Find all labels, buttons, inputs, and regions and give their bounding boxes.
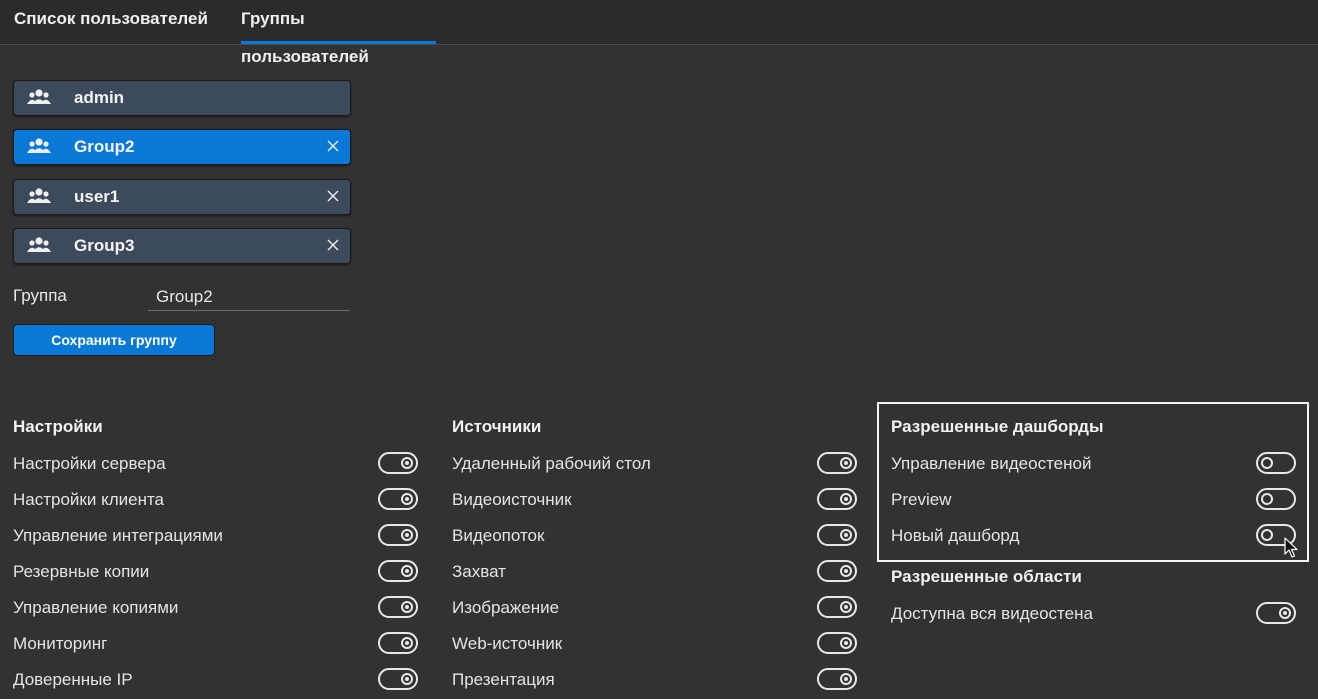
perm-label: Видеопоток — [452, 526, 545, 545]
perm-label: Настройки сервера — [13, 454, 166, 473]
sources-section-title: Источники — [452, 417, 542, 436]
toggle-knob — [1261, 457, 1273, 469]
users-icon — [27, 188, 51, 203]
perm-label: Удаленный рабочий стол — [452, 454, 651, 473]
perm-label: Web-источник — [452, 634, 563, 653]
toggle-knob — [1279, 607, 1291, 619]
tab-bar: Список пользователей Группы пользователе… — [0, 0, 1318, 66]
toggle-web-source[interactable] — [817, 632, 857, 654]
toggle-knob — [840, 637, 852, 649]
perm-label: Мониторинг — [13, 634, 108, 653]
toggle-presentation[interactable] — [817, 668, 857, 690]
toggle-knob — [840, 565, 852, 577]
group-field-label: Группа — [13, 286, 67, 305]
group-item-user1[interactable]: user1 — [13, 179, 351, 215]
group-item-group3[interactable]: Group3 — [13, 228, 351, 264]
close-icon[interactable] — [326, 189, 340, 203]
toggle-knob — [401, 457, 413, 469]
toggle-whole-videowall[interactable] — [1256, 602, 1296, 624]
perm-label: Управление копиями — [13, 598, 179, 617]
group-name: Group2 — [74, 137, 135, 156]
perm-label: Доступна вся видеостена — [891, 604, 1093, 623]
toggle-copies-management[interactable] — [378, 596, 418, 618]
perm-label: Настройки клиента — [13, 490, 165, 509]
toggle-video-source[interactable] — [817, 488, 857, 510]
toggle-image[interactable] — [817, 596, 857, 618]
toggle-knob — [401, 565, 413, 577]
group-name: Group3 — [74, 236, 135, 255]
perm-label: Новый дашборд — [891, 526, 1020, 545]
toggle-knob — [401, 637, 413, 649]
toggle-knob — [840, 601, 852, 613]
dashboards-section-title: Разрешенные дашборды — [891, 417, 1104, 436]
perm-label: Доверенные IP — [13, 670, 133, 689]
toggle-knob — [840, 529, 852, 541]
perm-label: Резервные копии — [13, 562, 150, 581]
toggle-backups[interactable] — [378, 560, 418, 582]
perm-label: Захват — [452, 562, 506, 581]
toggle-knob — [1261, 529, 1273, 541]
perm-label: Управление интеграциями — [13, 526, 223, 545]
perm-label: Презентация — [452, 670, 555, 689]
toggle-server-settings[interactable] — [378, 452, 418, 474]
toggle-knob — [840, 493, 852, 505]
toggle-knob — [1261, 493, 1273, 505]
areas-section-title: Разрешенные области — [891, 567, 1082, 586]
group-item-group2[interactable]: Group2 — [13, 129, 351, 165]
toggle-knob — [840, 673, 852, 685]
toggle-integrations[interactable] — [378, 524, 418, 546]
perm-label: Видеоисточник — [452, 490, 572, 509]
tab-user-list[interactable]: Список пользователей — [14, 0, 208, 44]
group-name-input[interactable] — [148, 284, 350, 311]
tab-user-groups[interactable]: Группы пользователей — [241, 0, 436, 66]
toggle-knob — [401, 601, 413, 613]
toggle-preview[interactable] — [1256, 488, 1296, 510]
group-name: admin — [74, 88, 125, 107]
users-icon — [27, 89, 51, 104]
group-item-admin[interactable]: admin — [13, 80, 351, 116]
perm-label: Preview — [891, 490, 952, 509]
perm-label: Управление видеостеной — [891, 454, 1092, 473]
mouse-cursor-icon — [1284, 537, 1298, 558]
close-icon[interactable] — [326, 139, 340, 153]
toggle-client-settings[interactable] — [378, 488, 418, 510]
group-name: user1 — [74, 187, 120, 206]
save-group-button[interactable]: Сохранить группу — [13, 324, 215, 356]
toggle-knob — [401, 493, 413, 505]
toggle-knob — [401, 529, 413, 541]
settings-section-title: Настройки — [13, 417, 103, 436]
toggle-knob — [401, 673, 413, 685]
toggle-video-stream[interactable] — [817, 524, 857, 546]
toggle-capture[interactable] — [817, 560, 857, 582]
toggle-videowall-management[interactable] — [1256, 452, 1296, 474]
toggle-knob — [840, 457, 852, 469]
toggle-remote-desktop[interactable] — [817, 452, 857, 474]
toggle-trusted-ip[interactable] — [378, 668, 418, 690]
users-icon — [27, 138, 51, 153]
users-icon — [27, 237, 51, 252]
close-icon[interactable] — [326, 238, 340, 252]
perm-label: Изображение — [452, 598, 560, 617]
toggle-monitoring[interactable] — [378, 632, 418, 654]
